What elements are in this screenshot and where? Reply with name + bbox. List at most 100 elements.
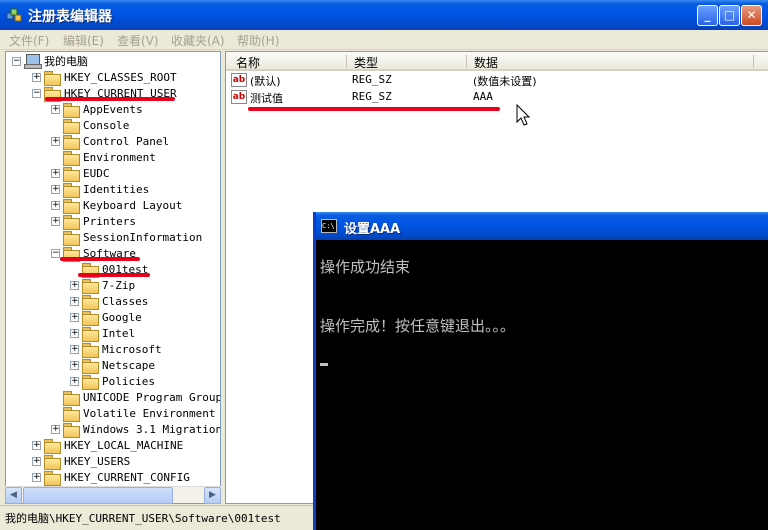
status-bar: 我的电脑\HKEY_CURRENT_USER\Software\001test [0,505,314,530]
scroll-right-button[interactable]: ▶ [204,487,221,504]
tree-node-label: 7-Zip [102,279,136,292]
tree-node[interactable]: + EUDC [6,166,220,182]
column-divider[interactable] [753,55,754,68]
tree-node-label: HKEY_USERS [64,455,131,468]
expand-icon[interactable]: + [51,105,60,114]
folder-icon [63,183,80,198]
menu-edit[interactable]: 编辑(E) [63,32,104,49]
tree-node[interactable]: Environment [6,150,220,166]
expand-icon[interactable]: + [32,73,41,82]
expand-icon[interactable]: + [51,137,60,146]
menu-file[interactable]: 文件(F) [9,32,49,49]
registry-editor-icon [6,8,22,22]
annotation-underline [45,97,175,101]
menu-help[interactable]: 帮助(H) [237,32,279,49]
menu-favorites[interactable]: 收藏夹(A) [171,32,225,49]
tree-node[interactable]: + Microsoft [6,342,220,358]
expand-icon[interactable]: + [70,345,79,354]
tree-node-label: AppEvents [83,103,143,116]
column-type[interactable]: 类型 [354,54,378,71]
value-row[interactable]: ab (默认) REG_SZ (数值未设置) [226,72,768,89]
tree-node[interactable]: + Printers [6,214,220,230]
console-output[interactable]: 操作成功结束 操作完成！按任意键退出。。。 [316,240,768,530]
tree-node[interactable]: + AppEvents [6,102,220,118]
tree-node-label: EUDC [83,167,110,180]
expand-icon[interactable]: + [70,361,79,370]
tree-node[interactable]: + HKEY_LOCAL_MACHINE [6,438,220,454]
tree-node-label: 我的电脑 [44,55,88,68]
console-title-bar[interactable]: C:\ 设置AAA [316,212,768,240]
tree-node-label: Netscape [102,359,155,372]
expand-icon[interactable]: + [70,297,79,306]
column-divider[interactable] [346,55,347,68]
string-value-icon: ab [231,73,247,87]
tree-node[interactable]: + Classes [6,294,220,310]
registry-tree[interactable]: − 我的电脑 + HKEY_CLASSES_ROOT − HKEY_CURRENT_USE… [5,51,221,504]
tree-node[interactable]: Console [6,118,220,134]
tree-node-label: HKEY_LOCAL_MACHINE [64,439,184,452]
title-bar[interactable]: 注册表编辑器 _ □ ✕ [0,0,768,30]
value-data: (数值未设置) [473,75,537,88]
collapse-icon[interactable]: − [32,89,41,98]
folder-icon [63,151,80,166]
expand-icon[interactable]: + [51,201,60,210]
tree-node-label: Control Panel [83,135,170,148]
scroll-thumb[interactable] [23,487,173,504]
tree-node[interactable]: + HKEY_CURRENT_CONFIG [6,470,220,486]
expand-icon[interactable]: + [51,217,60,226]
expand-icon[interactable]: + [51,185,60,194]
close-button[interactable]: ✕ [741,5,762,26]
value-row[interactable]: ab 测试值 REG_SZ AAA [226,89,768,106]
maximize-button[interactable]: □ [719,5,740,26]
tree-node[interactable]: + Windows 3.1 Migration [6,422,220,438]
column-name[interactable]: 名称 [236,54,260,71]
folder-icon [63,391,80,406]
column-divider[interactable] [466,55,467,68]
tree-horizontal-scrollbar[interactable]: ◀ ▶ [5,486,221,504]
value-type: REG_SZ [352,90,392,103]
expand-icon[interactable]: + [70,313,79,322]
tree-node[interactable]: + HKEY_CLASSES_ROOT [6,70,220,86]
scroll-left-button[interactable]: ◀ [5,487,22,504]
expand-icon[interactable]: + [51,425,60,434]
annotation-underline [60,257,140,261]
annotation-underline [78,273,150,277]
column-data[interactable]: 数据 [474,54,498,71]
menu-view[interactable]: 查看(V) [117,32,159,49]
tree-node[interactable]: + Control Panel [6,134,220,150]
tree-node[interactable]: + Intel [6,326,220,342]
mouse-pointer-icon [516,104,530,126]
tree-node[interactable]: + Policies [6,374,220,390]
minimize-button[interactable]: _ [697,5,718,26]
tree-node[interactable]: + Keyboard Layout [6,198,220,214]
folder-icon [82,343,99,358]
tree-node[interactable]: +7-Zip [6,278,220,294]
folder-icon [82,311,99,326]
expand-icon[interactable]: + [32,457,41,466]
close-icon: ✕ [746,8,757,22]
window-title: 注册表编辑器 [28,9,112,25]
collapse-icon[interactable]: − [12,57,21,66]
folder-icon [44,471,61,486]
tree-node[interactable]: Volatile Environment [6,406,220,422]
expand-icon[interactable]: + [70,377,79,386]
expand-icon[interactable]: + [32,473,41,482]
folder-icon [44,455,61,470]
collapse-icon[interactable]: − [51,249,60,258]
tree-node[interactable]: + Google [6,310,220,326]
tree-node-label: Printers [83,215,136,228]
tree-node[interactable]: UNICODE Program Groups [6,390,220,406]
tree-node[interactable]: SessionInformation [6,230,220,246]
console-window[interactable]: C:\ 设置AAA 操作成功结束 操作完成！按任意键退出。。。 [313,212,768,530]
expand-icon[interactable]: + [51,169,60,178]
expand-icon[interactable]: + [32,441,41,450]
folder-icon [82,327,99,342]
tree-node-label: Classes [102,295,149,308]
tree-node[interactable]: + Identities [6,182,220,198]
tree-node[interactable]: + Netscape [6,358,220,374]
chevron-left-icon: ◀ [10,490,17,500]
tree-node[interactable]: + HKEY_USERS [6,454,220,470]
expand-icon[interactable]: + [70,329,79,338]
tree-node[interactable]: − 我的电脑 [6,54,220,70]
expand-icon[interactable]: + [70,281,79,290]
